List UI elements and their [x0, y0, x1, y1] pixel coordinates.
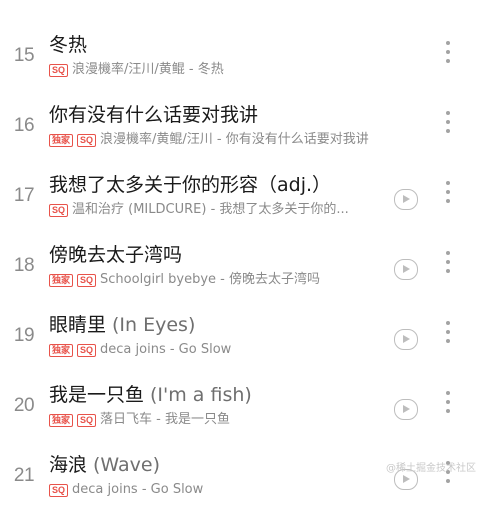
song-artist-album: 落日飞车 - 我是一只鱼 — [100, 412, 230, 427]
play-circle-icon — [403, 475, 410, 483]
song-title-text: 眼睛里 — [49, 314, 107, 336]
vertical-dots-icon-dot — [446, 260, 450, 264]
song-title-translation: (Wave) — [93, 454, 160, 476]
song-title[interactable]: 眼睛里 (In Eyes) — [49, 311, 195, 339]
sq-badge: SQ — [49, 63, 69, 77]
song-row[interactable]: 18 傍晚去太子湾吗 独家 SQ Schoolgirl byebye - 傍晚去… — [0, 244, 480, 317]
song-title[interactable]: 我想了太多关于你的形容（adj.） — [49, 171, 331, 199]
vertical-dots-icon — [446, 111, 450, 115]
song-row[interactable]: 17 我想了太多关于你的形容（adj.） SQ 温和治疗 (MILDCURE) … — [0, 174, 480, 247]
exclusive-badge: 独家 — [49, 273, 74, 287]
play-circle-icon — [403, 265, 410, 273]
exclusive-badge: 独家 — [49, 413, 74, 427]
song-artist-album: deca joins - Go Slow — [72, 482, 204, 497]
track-number: 20 — [13, 395, 35, 416]
more-options-button[interactable] — [440, 41, 456, 75]
play-circle-icon — [403, 405, 410, 413]
song-row[interactable]: 15 冬热 SQ 浪漫機率/汪川/黄鲲 - 冬热 — [0, 34, 480, 107]
song-artist-album: deca joins - Go Slow — [100, 342, 232, 357]
song-meta: SQ 浪漫機率/汪川/黄鲲 - 冬热 — [49, 62, 224, 78]
vertical-dots-icon — [446, 251, 450, 255]
vertical-dots-icon-dot — [446, 190, 450, 194]
more-options-button[interactable] — [440, 321, 456, 355]
mv-play-button[interactable] — [394, 259, 418, 280]
song-title-text: 海浪 — [49, 454, 88, 476]
mv-play-button[interactable] — [394, 329, 418, 350]
song-row[interactable]: 19 眼睛里 (In Eyes) 独家 SQ deca joins - Go Sl… — [0, 314, 480, 387]
song-title[interactable]: 冬热 — [49, 31, 87, 59]
song-meta: SQ deca joins - Go Slow — [49, 482, 203, 498]
song-title[interactable]: 你有没有什么话要对我讲 — [49, 101, 258, 129]
song-row[interactable]: 20 我是一只鱼 (I'm a fish) 独家 SQ 落日飞车 - 我是一只鱼 — [0, 384, 480, 457]
vertical-dots-icon-dot — [446, 199, 450, 203]
song-title-text: 我想了太多关于你的形容（adj.） — [49, 174, 332, 196]
song-title[interactable]: 我是一只鱼 (I'm a fish) — [49, 381, 252, 409]
vertical-dots-icon-dot — [446, 339, 450, 343]
sq-badge: SQ — [77, 343, 97, 357]
vertical-dots-icon-dot — [446, 59, 450, 63]
play-circle-icon — [403, 335, 410, 343]
exclusive-badge: 独家 — [49, 343, 74, 357]
track-number: 15 — [13, 45, 35, 66]
play-circle-icon — [403, 195, 410, 203]
vertical-dots-icon — [446, 181, 450, 185]
song-title-translation: (In Eyes) — [112, 314, 196, 336]
song-title-text: 冬热 — [49, 34, 88, 56]
sq-badge: SQ — [49, 203, 69, 217]
song-artist-album: Schoolgirl byebye - 傍晚去太子湾吗 — [100, 272, 320, 287]
exclusive-badge: 独家 — [49, 133, 74, 147]
vertical-dots-icon — [446, 41, 450, 45]
song-artist-album: 浪漫機率/黄鲲/汪川 - 你有没有什么话要对我讲 — [100, 132, 369, 147]
sq-badge: SQ — [49, 483, 69, 497]
mv-play-button[interactable] — [394, 399, 418, 420]
song-title-text: 你有没有什么话要对我讲 — [49, 104, 259, 126]
song-meta: 独家 SQ deca joins - Go Slow — [49, 342, 231, 358]
song-title[interactable]: 傍晚去太子湾吗 — [49, 241, 182, 269]
vertical-dots-icon-dot — [446, 330, 450, 334]
vertical-dots-icon-dot — [446, 120, 450, 124]
song-meta: 独家 SQ 浪漫機率/黄鲲/汪川 - 你有没有什么话要对我讲 — [49, 132, 369, 148]
track-number: 21 — [13, 465, 35, 486]
song-row[interactable]: 16 你有没有什么话要对我讲 独家 SQ 浪漫機率/黄鲲/汪川 - 你有没有什么… — [0, 104, 480, 177]
more-options-button[interactable] — [440, 181, 456, 215]
sq-badge: SQ — [77, 413, 97, 427]
sq-badge: SQ — [77, 273, 97, 287]
song-meta: 独家 SQ Schoolgirl byebye - 傍晚去太子湾吗 — [49, 272, 320, 288]
mv-play-button[interactable] — [394, 189, 418, 210]
vertical-dots-icon-dot — [446, 409, 450, 413]
song-artist-album: 浪漫機率/汪川/黄鲲 - 冬热 — [72, 62, 224, 77]
more-options-button[interactable] — [440, 391, 456, 425]
track-number: 17 — [13, 185, 35, 206]
vertical-dots-icon — [446, 321, 450, 325]
song-meta: 独家 SQ 落日飞车 - 我是一只鱼 — [49, 412, 230, 428]
song-title-text: 我是一只鱼 — [49, 384, 145, 406]
track-number: 19 — [13, 325, 35, 346]
track-number: 18 — [13, 255, 35, 276]
song-title[interactable]: 海浪 (Wave) — [49, 451, 160, 479]
vertical-dots-icon — [446, 391, 450, 395]
song-title-text: 傍晚去太子湾吗 — [49, 244, 183, 266]
watermark: @稀土掘金技术社区 — [386, 463, 476, 474]
more-options-button[interactable] — [440, 251, 456, 285]
song-title-translation: (I'm a fish) — [150, 384, 252, 406]
sq-badge: SQ — [77, 133, 97, 147]
song-artist-album: 温和治疗 (MILDCURE) - 我想了太多关于你的... — [72, 202, 349, 217]
vertical-dots-icon-dot — [446, 129, 450, 133]
vertical-dots-icon-dot — [446, 400, 450, 404]
song-meta: SQ 温和治疗 (MILDCURE) - 我想了太多关于你的... — [49, 202, 349, 218]
vertical-dots-icon-dot — [446, 50, 450, 54]
vertical-dots-icon-dot — [446, 269, 450, 273]
track-number: 16 — [13, 115, 35, 136]
more-options-button[interactable] — [440, 111, 456, 145]
